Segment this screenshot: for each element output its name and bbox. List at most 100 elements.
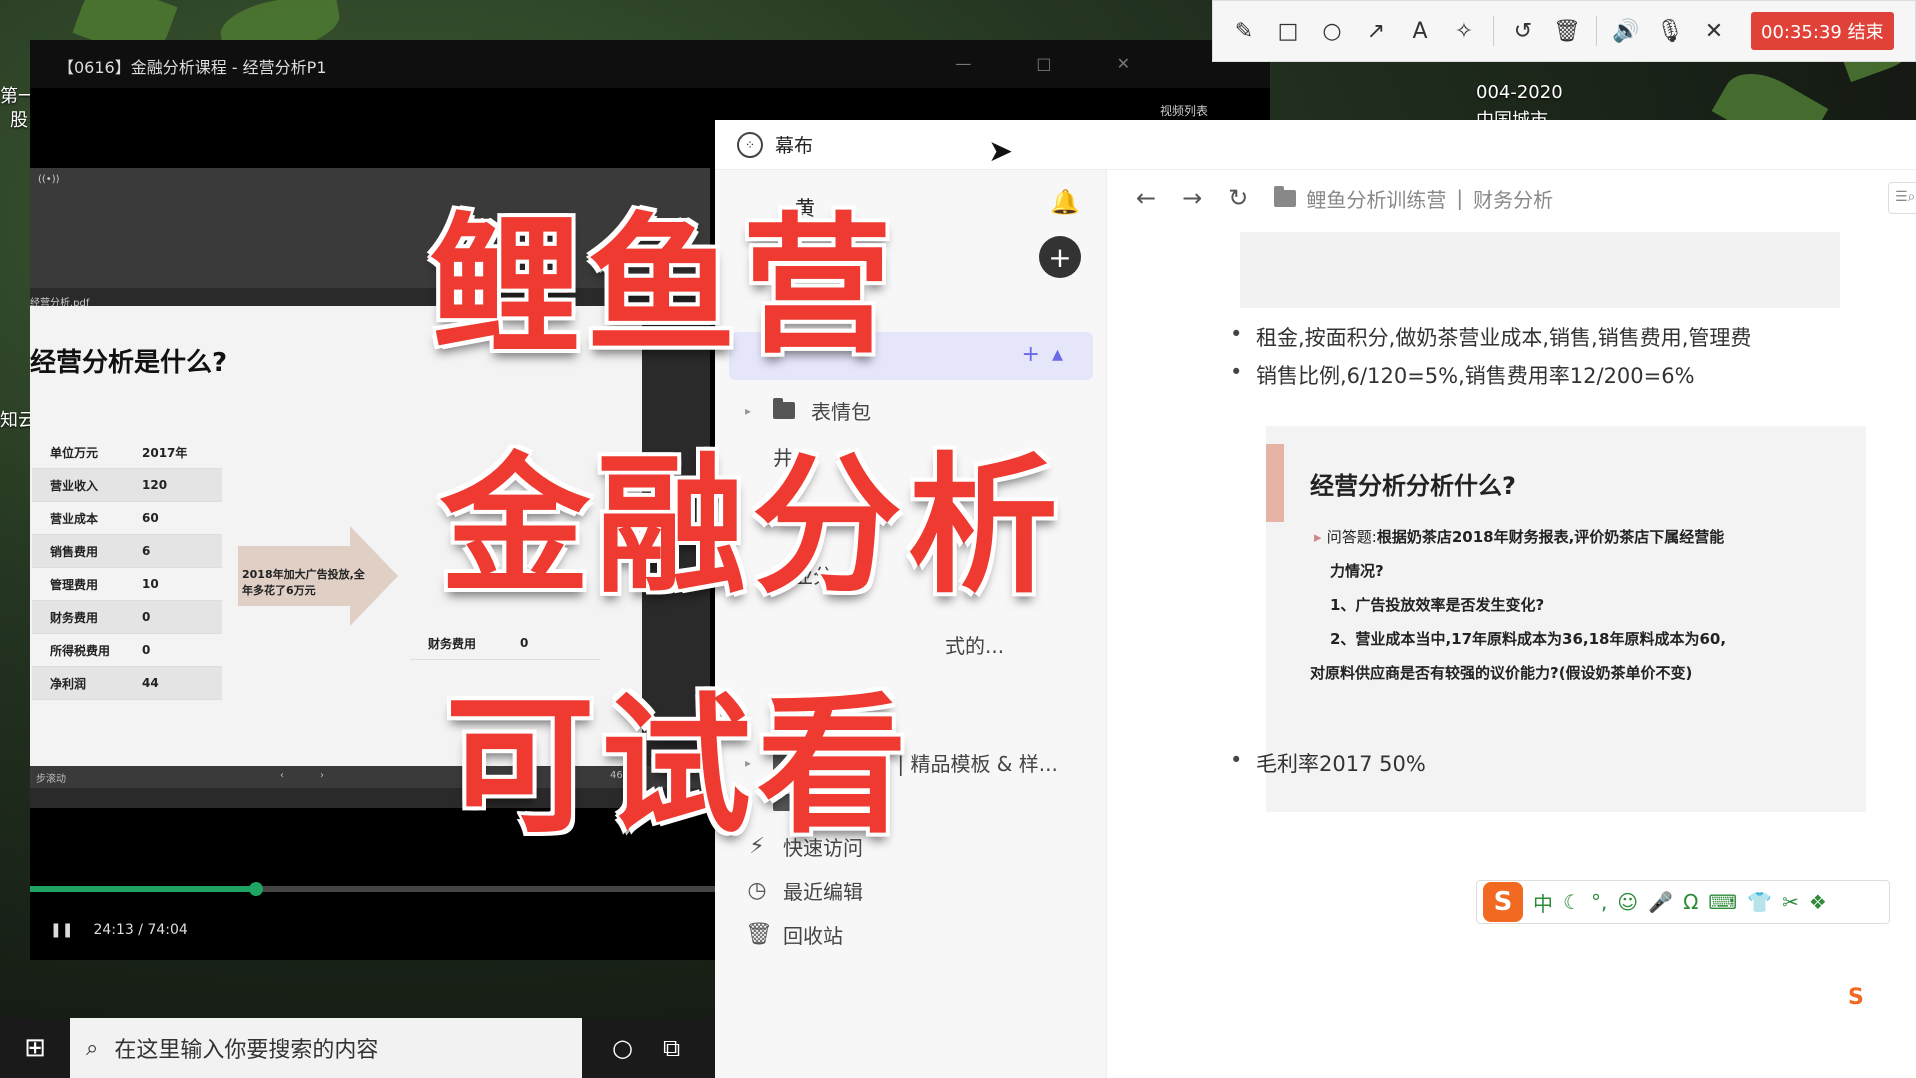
arrow-icon[interactable]: ↗ <box>1361 16 1391 46</box>
time-display: 24:13 / 74:04 <box>93 922 188 938</box>
search-icon: ⌕ <box>86 1035 99 1061</box>
desktop-label[interactable]: 004-2020 <box>1476 82 1563 103</box>
table-cell: 净利润 <box>50 676 87 691</box>
trash-icon: 🗑 <box>745 922 773 947</box>
ime-logo-icon[interactable]: S <box>1483 882 1523 922</box>
magic-icon[interactable]: ✧ <box>1449 16 1479 46</box>
player-controls: ❚❚ 24:13 / 74:04 <box>30 900 720 960</box>
pause-icon[interactable]: ❚❚ <box>50 922 73 938</box>
nav-label: 最近编辑 <box>783 880 863 904</box>
embedded-image[interactable] <box>1240 232 1840 308</box>
taskbar: ⊞ ⌕ 在这里输入你要搜索的内容 ○ ⧉ <box>0 1018 715 1078</box>
mic-icon[interactable]: 🎤 <box>1648 890 1673 914</box>
separator <box>1493 16 1494 46</box>
punctuation-icon[interactable]: °, <box>1591 890 1607 914</box>
rectangle-icon[interactable]: □ <box>1273 16 1303 46</box>
separator <box>1596 16 1597 46</box>
slide-text: 1、广告投放效率是否发生变化? <box>1330 596 1545 614</box>
forward-icon[interactable]: → <box>1182 184 1202 212</box>
breadcrumb: 鲤鱼分析训练营 | 财务分析 <box>1274 184 1553 213</box>
table-cell: 2017年 <box>142 445 188 460</box>
scissors-icon[interactable]: ✂ <box>1782 890 1799 914</box>
ime-chinese-toggle[interactable]: 中 <box>1533 888 1553 917</box>
table-cell: 营业收入 <box>50 478 99 493</box>
ime-tray-icon[interactable]: S <box>1848 985 1888 1015</box>
table-cell: 10 <box>142 577 159 591</box>
bell-icon[interactable]: 🔔 <box>1050 188 1080 216</box>
mouse-cursor-icon: ➤ <box>988 134 1014 169</box>
bullet-marker: ▸ <box>1314 528 1327 546</box>
taskbar-search-input[interactable]: ⌕ 在这里输入你要搜索的内容 <box>70 1018 582 1078</box>
table-cell: 60 <box>142 511 159 525</box>
table-cell: 营业成本 <box>50 511 99 526</box>
speaker-icon[interactable]: 🔊 <box>1611 16 1641 46</box>
cortana-icon[interactable]: ○ <box>612 1034 633 1062</box>
windows-start-icon[interactable]: ⊞ <box>0 1033 70 1063</box>
slide-text: 对原料供应商是否有较强的议价能力?(假设奶茶单价不变) <box>1310 664 1693 682</box>
annotation-toolbar: ✎ □ ○ ↗ A ✧ ↺ 🗑 🔊 🎙 ✕ 00:35:39 结束 <box>1212 0 1916 62</box>
search-placeholder: 在这里输入你要搜索的内容 <box>114 1038 379 1063</box>
headline-line-1: 鲤鱼营 <box>427 198 899 377</box>
table-row: 所得税费用 0 <box>32 634 222 667</box>
nav-trash[interactable]: 🗑 回收站 <box>745 920 843 949</box>
search-icon[interactable]: ☰⌕ <box>1888 182 1916 214</box>
next-page-icon[interactable]: › <box>320 770 324 781</box>
mic-icon[interactable]: 🎙 <box>1655 16 1685 46</box>
folder-icon <box>1274 185 1297 207</box>
desktop-label[interactable]: 股 <box>10 106 28 132</box>
emoji-icon[interactable]: ☺ <box>1617 890 1638 914</box>
doc-toolbar: ← → ↻ 鲤鱼分析训练营 | 财务分析 <box>1108 170 1916 226</box>
task-view-icon[interactable]: ⧉ <box>663 1034 680 1062</box>
slide-question: 根据奶茶店2018年财务报表,评价奶茶店下属经营能 <box>1376 528 1725 546</box>
trash-icon[interactable]: 🗑 <box>1552 16 1582 46</box>
progress-handle[interactable] <box>248 882 263 896</box>
undo-icon[interactable]: ↺ <box>1508 16 1538 46</box>
new-doc-button[interactable]: + <box>1039 236 1081 278</box>
pencil-icon[interactable]: ✎ <box>1229 16 1259 46</box>
slide-text: 2、营业成本当中,17年原料成本为36,18年原料成本为60, <box>1330 630 1727 648</box>
table-row: 财务费用 0 <box>32 601 222 634</box>
breadcrumb-current[interactable]: 财务分析 <box>1473 184 1553 213</box>
prev-page-icon[interactable]: ‹ <box>280 770 284 781</box>
table-row: 管理费用 10 <box>32 568 222 601</box>
table-cell: 单位万元 <box>50 445 99 460</box>
sidebar-item[interactable]: 式的... <box>945 630 1004 659</box>
back-icon[interactable]: ← <box>1136 184 1156 212</box>
table-cell: 6 <box>142 544 151 558</box>
skin-icon[interactable]: 👕 <box>1747 890 1772 914</box>
moon-icon[interactable]: ☾ <box>1563 890 1581 914</box>
list-item[interactable]: 毛利率2017 50% <box>1230 748 1426 778</box>
list-item[interactable]: 销售比例,6/120=5%,销售费用率12/200=6% <box>1230 360 1695 390</box>
circle-icon[interactable]: ○ <box>1317 16 1347 46</box>
table-cell: 管理费用 <box>50 577 99 592</box>
progress-bar[interactable] <box>30 882 720 896</box>
clock-icon: ◷ <box>747 878 767 903</box>
table-row: 净利润 44 <box>32 667 222 700</box>
nav-recent[interactable]: ◷ 最近编辑 <box>745 876 863 905</box>
table-cell: 0 <box>142 643 151 657</box>
breadcrumb-root[interactable]: 鲤鱼分析训练营 <box>1306 184 1446 213</box>
progress-fill <box>30 886 256 892</box>
slide-title: 经营分析分析什么? <box>1310 472 1516 500</box>
broadcast-icon: ((•)) <box>38 174 60 185</box>
add-icon[interactable]: +▴ <box>1022 342 1075 367</box>
stop-recording-button[interactable]: 00:35:39 结束 <box>1751 12 1894 50</box>
app-name: 幕布 <box>775 135 814 157</box>
arrow-note: 2018年加大广告投放,全年多花了6万元 <box>242 568 365 597</box>
window-controls[interactable]: — □ ✕ <box>955 54 1160 73</box>
refresh-icon[interactable]: ↻ <box>1228 184 1248 212</box>
close-icon[interactable]: ✕ <box>1699 16 1729 46</box>
table-row: 营业成本 60 <box>32 502 222 535</box>
headline-line-3: 可试看 <box>442 678 914 857</box>
sidebar-item-label: 式的... <box>945 634 1005 658</box>
slide-text: ▸ 问答题:根据奶茶店2018年财务报表,评价奶茶店下属经营能 <box>1314 526 1724 547</box>
apps-icon[interactable]: ❖ <box>1809 890 1827 914</box>
slide-accent <box>1266 444 1284 522</box>
text-icon[interactable]: A <box>1405 16 1435 46</box>
app-logo-icon: ⁘ <box>737 131 763 158</box>
keyboard-icon[interactable]: ⌨ <box>1708 890 1737 914</box>
pdf-heading: 经营分析是什么? <box>30 348 228 378</box>
symbol-icon[interactable]: Ω <box>1683 890 1698 914</box>
pdf-footer-label: 步滚动 <box>36 774 66 785</box>
list-item[interactable]: 租金,按面积分,做奶茶营业成本,销售,销售费用,管理费 <box>1230 322 1751 352</box>
